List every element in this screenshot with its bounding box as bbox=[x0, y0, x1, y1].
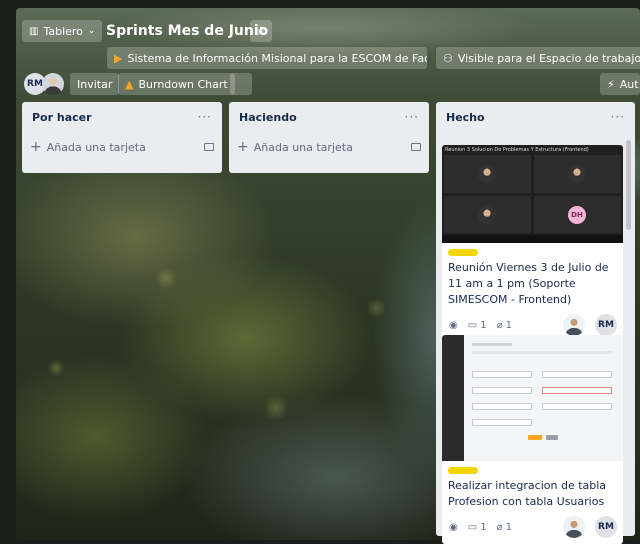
member-avatar-photo[interactable] bbox=[563, 314, 585, 336]
attachments-badge: ⌀ 1 bbox=[497, 522, 512, 533]
burndown-chart-button[interactable]: ▲ Burndown Chart bbox=[118, 73, 235, 95]
list-title[interactable]: Haciendo bbox=[239, 111, 297, 124]
scrollbar-thumb[interactable] bbox=[626, 140, 631, 230]
participant-initials: DH bbox=[568, 206, 586, 224]
watch-icon: ◉ bbox=[449, 319, 458, 331]
invite-button[interactable]: Invitar bbox=[70, 73, 120, 95]
list-menu-icon[interactable]: ··· bbox=[198, 110, 212, 124]
automation-button[interactable]: ⚡ Aut bbox=[600, 73, 640, 95]
watch-icon: ◉ bbox=[449, 521, 458, 533]
card-label[interactable] bbox=[448, 467, 478, 474]
more-button[interactable] bbox=[230, 73, 252, 95]
people-icon: ⚇ bbox=[443, 51, 453, 65]
chevron-down-icon: ⌄ bbox=[87, 26, 96, 36]
lightning-icon: ⚡ bbox=[607, 77, 615, 91]
meeting-title: Reunion 3 Solucion De Problemas Y Estruc… bbox=[445, 147, 589, 153]
member-avatar-photo[interactable] bbox=[563, 516, 585, 538]
plus-icon: + bbox=[237, 139, 249, 155]
paperclip-icon: ⌀ bbox=[496, 521, 503, 533]
list-scrollbar[interactable] bbox=[626, 140, 632, 530]
visibility-button[interactable]: ⚇ Visible para el Espacio de trabajo bbox=[436, 47, 640, 69]
list-menu-icon[interactable]: ··· bbox=[611, 110, 625, 124]
add-card-button[interactable]: + Añada una tarjeta bbox=[22, 132, 222, 162]
visibility-label: Visible para el Espacio de trabajo bbox=[457, 51, 640, 65]
list-haciendo: Haciendo ··· + Añada una tarjeta bbox=[229, 102, 429, 173]
list-title[interactable]: Hecho bbox=[446, 111, 485, 124]
add-card-label: Añada una tarjeta bbox=[46, 140, 146, 154]
card-title: Reunión Viernes 3 de Julio de 11 am a 1 … bbox=[448, 261, 609, 306]
card-template-icon[interactable] bbox=[411, 143, 421, 151]
add-card-label: Añada una tarjeta bbox=[253, 140, 353, 154]
add-card-button[interactable]: + Añada una tarjeta bbox=[229, 132, 429, 162]
workspace-logo-icon: ▶ bbox=[114, 51, 123, 65]
attachments-count: 1 bbox=[505, 521, 512, 533]
card-label[interactable] bbox=[448, 249, 478, 256]
star-icon[interactable]: ☆ bbox=[250, 20, 272, 42]
list-hecho: Hecho ··· Reunion 3 Solucion De Problema… bbox=[436, 102, 635, 544]
board-title[interactable]: Sprints Mes de Junio bbox=[102, 20, 272, 42]
card-cover-image: Reunion 3 Solucion De Problemas Y Estruc… bbox=[442, 145, 623, 243]
list-title[interactable]: Por hacer bbox=[32, 111, 92, 124]
comments-badge: ▭ 1 bbox=[468, 320, 487, 331]
view-switcher[interactable]: ▥ Tablero ⌄ bbox=[22, 20, 103, 42]
list-por-hacer: Por hacer ··· + Añada una tarjeta bbox=[22, 102, 222, 173]
comment-icon: ▭ bbox=[467, 319, 478, 331]
card-template-icon[interactable] bbox=[204, 143, 214, 151]
card-cover-image bbox=[442, 335, 623, 461]
board-view-icon: ▥ bbox=[29, 25, 39, 37]
avatar-photo[interactable] bbox=[42, 73, 64, 95]
burndown-chart-label: Burndown Chart bbox=[138, 77, 228, 91]
list-menu-icon[interactable]: ··· bbox=[405, 110, 419, 124]
paperclip-icon: ⌀ bbox=[496, 319, 503, 331]
attachments-badge: ⌀ 1 bbox=[497, 320, 512, 331]
comments-badge: ▭ 1 bbox=[468, 522, 487, 533]
workspace-label: Sistema de Información Misional para la … bbox=[127, 51, 427, 65]
member-avatar[interactable]: RM bbox=[595, 516, 617, 538]
member-avatar[interactable]: RM bbox=[595, 314, 617, 336]
attachments-count: 1 bbox=[505, 319, 512, 331]
workspace-button[interactable]: ▶ Sistema de Información Misional para l… bbox=[107, 47, 427, 69]
comments-count: 1 bbox=[480, 521, 487, 533]
plus-icon: + bbox=[30, 139, 42, 155]
card-reunion[interactable]: Reunion 3 Solucion De Problemas Y Estruc… bbox=[442, 145, 623, 342]
comment-icon: ▭ bbox=[467, 521, 478, 533]
automation-label: Aut bbox=[619, 77, 639, 91]
flame-icon: ▲ bbox=[125, 77, 134, 91]
card-title: Realizar integracion de tabla Profesion … bbox=[448, 479, 607, 508]
card-integracion[interactable]: Realizar integracion de tabla Profesion … bbox=[442, 335, 623, 544]
view-switcher-label: Tablero bbox=[43, 24, 83, 38]
comments-count: 1 bbox=[480, 319, 487, 331]
